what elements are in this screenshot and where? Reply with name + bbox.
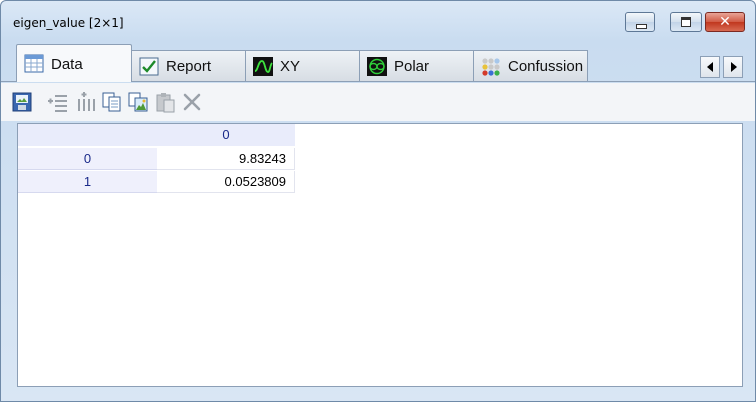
minimize-button[interactable]: [625, 12, 655, 32]
tab-confussion-label: Confussion: [508, 58, 584, 75]
data-grid[interactable]: 0 0 9.83243 1 0.0523809: [17, 123, 743, 387]
table-cell[interactable]: 9.83243: [157, 148, 295, 170]
tab-xy-label: XY: [280, 58, 301, 75]
paste-icon[interactable]: [154, 91, 176, 113]
row-header[interactable]: 1: [18, 171, 157, 193]
tab-data-label: Data: [51, 56, 83, 73]
polar-icon: [367, 57, 387, 76]
tab-polar[interactable]: Polar: [359, 50, 474, 81]
toolbar: [1, 83, 755, 121]
title-bar[interactable]: eigen_value [2×1] ✕: [1, 1, 755, 41]
column-header[interactable]: 0: [157, 124, 295, 146]
wave-icon: [253, 57, 273, 76]
tab-data[interactable]: Data: [16, 44, 132, 82]
close-icon: ✕: [719, 14, 731, 30]
tab-scroll-right-button[interactable]: [723, 56, 743, 78]
tab-scroll-left-button[interactable]: [700, 56, 720, 78]
tab-xy[interactable]: XY: [245, 50, 360, 81]
table-cell[interactable]: 0.0523809: [157, 171, 295, 193]
row-header[interactable]: 0: [18, 148, 157, 170]
maximize-button[interactable]: [670, 12, 702, 32]
tab-report-label: Report: [166, 58, 212, 75]
corner-header-cell[interactable]: [18, 124, 157, 146]
table-icon: [24, 54, 44, 73]
copy-icon[interactable]: [101, 91, 123, 113]
save-image-icon[interactable]: [11, 91, 33, 113]
delete-icon[interactable]: [181, 91, 203, 113]
window-title: eigen_value [2×1]: [13, 16, 124, 30]
dots-icon: [482, 58, 500, 76]
copy-image-icon[interactable]: [127, 91, 149, 113]
checkmark-icon: [139, 57, 159, 76]
insert-row-icon[interactable]: [47, 91, 69, 113]
tab-confussion[interactable]: Confussion: [473, 50, 588, 81]
tab-polar-label: Polar: [394, 58, 430, 75]
insert-column-icon[interactable]: [75, 91, 97, 113]
close-button[interactable]: ✕: [705, 12, 745, 32]
tab-report[interactable]: Report: [131, 50, 246, 81]
eigen-value-window: eigen_value [2×1] ✕ Data Report XY Polar…: [0, 0, 756, 402]
